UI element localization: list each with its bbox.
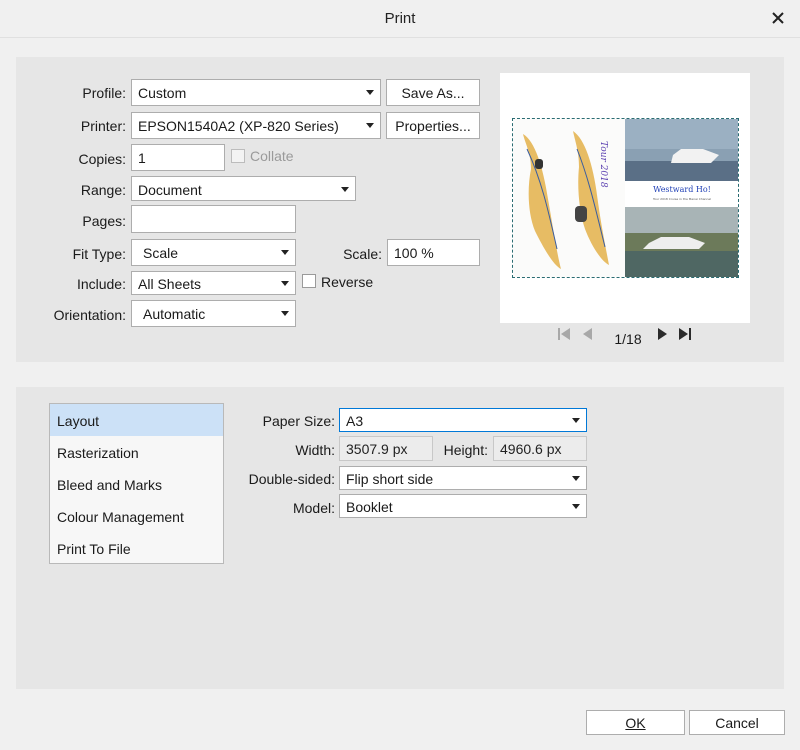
model-select[interactable]: Booklet — [339, 494, 587, 518]
orientation-select[interactable]: Automatic — [131, 300, 296, 327]
include-value: All Sheets — [138, 276, 202, 292]
section-item-colour-management[interactable]: Colour Management — [50, 500, 223, 532]
chevron-down-icon — [572, 418, 580, 423]
double-sided-value: Flip short side — [346, 471, 434, 487]
printer-label: Printer: — [80, 118, 126, 134]
next-page-icon[interactable] — [656, 327, 670, 341]
profile-value: Custom — [138, 85, 187, 101]
properties-button[interactable]: Properties... — [386, 112, 480, 139]
chevron-down-icon — [366, 90, 374, 95]
range-select[interactable]: Document — [131, 176, 356, 201]
first-page-icon[interactable] — [556, 327, 572, 341]
ok-button[interactable]: OK — [586, 710, 685, 735]
width-label: Width: — [295, 442, 335, 458]
close-icon[interactable] — [768, 8, 788, 28]
collate-label: Collate — [250, 148, 294, 164]
orientation-value: Automatic — [143, 306, 206, 322]
save-as-button[interactable]: Save As... — [386, 79, 480, 106]
range-value: Document — [138, 182, 202, 198]
window-title: Print — [384, 10, 416, 27]
paper-size-value: A3 — [346, 413, 364, 429]
fit-type-value: Scale — [143, 245, 179, 261]
double-sided-label: Double-sided: — [248, 471, 335, 487]
paper-size-label: Paper Size: — [262, 413, 335, 429]
options-section-list: Layout Rasterization Bleed and Marks Col… — [49, 403, 224, 564]
section-item-layout[interactable]: Layout — [50, 404, 223, 436]
preview-sheet-art: Tour 2018 Westward Ho! Tour 2018 Cruise … — [513, 119, 738, 277]
pages-input[interactable] — [131, 205, 296, 233]
model-value: Booklet — [346, 499, 393, 515]
scale-label: Scale: — [343, 246, 382, 262]
include-label: Include: — [76, 276, 126, 292]
printer-select[interactable]: EPSON1540A2 (XP-820 Series) — [131, 112, 381, 139]
cancel-button[interactable]: Cancel — [689, 710, 785, 735]
copies-input[interactable]: 1 — [131, 144, 225, 171]
include-select[interactable]: All Sheets — [131, 271, 296, 295]
section-item-print-to-file[interactable]: Print To File — [50, 532, 223, 564]
chevron-down-icon — [281, 311, 289, 316]
ok-label: OK — [625, 715, 646, 731]
chevron-down-icon — [366, 123, 374, 128]
last-page-icon[interactable] — [677, 327, 693, 341]
paper-size-select[interactable]: A3 — [339, 408, 587, 432]
section-item-rasterization[interactable]: Rasterization — [50, 436, 223, 468]
fit-type-select[interactable]: Scale — [131, 239, 296, 266]
collate-checkbox[interactable] — [231, 149, 245, 163]
height-field: 4960.6 px — [493, 436, 587, 461]
chevron-down-icon — [341, 187, 349, 192]
chevron-down-icon — [572, 504, 580, 509]
printer-value: EPSON1540A2 (XP-820 Series) — [138, 118, 339, 134]
scale-input[interactable]: 100 % — [387, 239, 480, 266]
section-item-bleed-and-marks[interactable]: Bleed and Marks — [50, 468, 223, 500]
preview-heading: Westward Ho! — [653, 185, 711, 194]
pages-label: Pages: — [82, 213, 126, 229]
chevron-down-icon — [572, 476, 580, 481]
profile-label: Profile: — [82, 85, 126, 101]
page-indicator: 1/18 — [614, 331, 642, 347]
reverse-checkbox[interactable] — [302, 274, 316, 288]
chevron-down-icon — [281, 250, 289, 255]
preview-sheet: Tour 2018 Westward Ho! Tour 2018 Cruise … — [512, 118, 739, 278]
orientation-label: Orientation: — [53, 307, 126, 323]
profile-select[interactable]: Custom — [131, 79, 381, 106]
title-bar: Print — [0, 0, 800, 38]
double-sided-select[interactable]: Flip short side — [339, 466, 587, 490]
width-field: 3507.9 px — [339, 436, 433, 461]
range-label: Range: — [80, 182, 126, 198]
preview-map-title: Tour 2018 — [598, 141, 608, 188]
chevron-down-icon — [281, 281, 289, 286]
reverse-label: Reverse — [321, 274, 374, 290]
model-label: Model: — [292, 500, 335, 516]
fit-type-label: Fit Type: — [72, 246, 126, 262]
previous-page-icon[interactable] — [580, 327, 594, 341]
height-label: Height: — [443, 442, 488, 458]
copies-label: Copies: — [78, 151, 126, 167]
preview-subtitle: Tour 2018 Cruise in the Menai Channel — [652, 197, 711, 201]
